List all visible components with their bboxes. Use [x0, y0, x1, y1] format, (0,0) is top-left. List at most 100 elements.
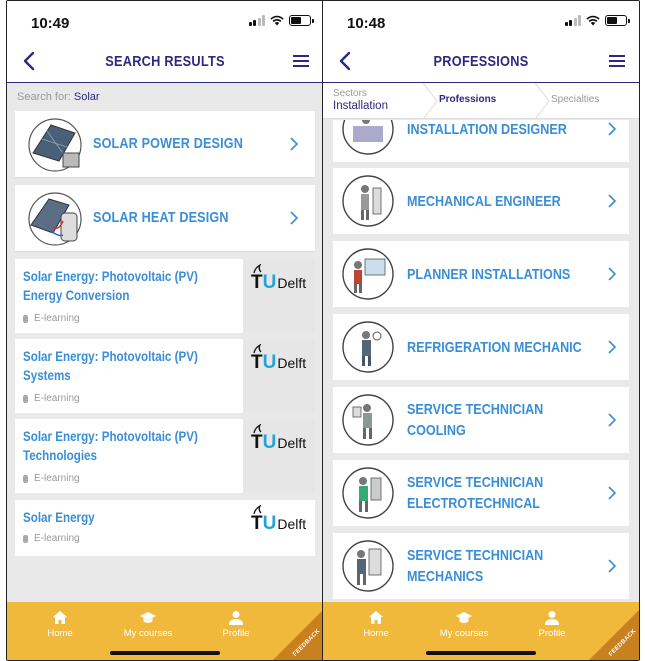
tab-home[interactable]: Home — [341, 610, 411, 639]
graduation-cap-icon — [456, 612, 472, 623]
tab-my-courses[interactable]: My courses — [113, 610, 183, 639]
home-icon — [369, 611, 383, 624]
breadcrumb-specialties[interactable]: Specialties — [551, 94, 599, 105]
provider-logo: T U Delft — [243, 419, 315, 493]
course-item[interactable]: Solar Energy: Photovoltaic (PV) Systems … — [15, 339, 315, 413]
provider-name: Delft — [277, 516, 307, 532]
breadcrumb-sectors[interactable]: Sectors Installation — [333, 88, 388, 112]
service-technician-mechanics-avatar — [342, 540, 394, 592]
status-time: 10:49 — [31, 15, 70, 32]
result-card-solar-power-design[interactable]: SOLAR POWER DESIGN — [15, 111, 315, 177]
profession-title: SERVICE TECHNICIAN MECHANICS — [407, 547, 544, 585]
tab-my-courses[interactable]: My courses — [429, 610, 499, 639]
card-title: SOLAR POWER DESIGN — [93, 135, 244, 152]
home-indicator — [426, 651, 536, 655]
tudelft-flame-icon — [253, 264, 262, 274]
tab-profile[interactable]: Profile — [517, 610, 587, 639]
system-icons — [248, 15, 314, 26]
search-prefix: Search for: — [17, 91, 71, 103]
chevron-right-icon — [608, 340, 617, 354]
course-item[interactable]: Solar Energy: Photovoltaic (PV) Technolo… — [15, 419, 315, 493]
provider-name: Delft — [277, 355, 307, 371]
e-learning-icon — [23, 394, 28, 403]
installation-designer-avatar — [342, 120, 394, 155]
tab-bar: Home My courses Profile FEEDBACK — [323, 602, 639, 660]
search-term: Solar — [73, 91, 100, 103]
breadcrumb-separator — [535, 83, 550, 119]
course-title: Solar Energy: Photovoltaic (PV) Technolo… — [23, 429, 198, 463]
profession-item[interactable]: SERVICE TECHNICIAN COOLING — [333, 387, 629, 453]
wifi-icon — [586, 15, 600, 26]
tudelft-flame-icon — [253, 344, 262, 354]
feedback-button[interactable]: FEEDBACK — [273, 610, 323, 660]
e-learning-icon — [23, 314, 28, 323]
chevron-right-icon — [290, 211, 299, 225]
status-bar: 10:48 — [323, 1, 639, 41]
mechanical-engineer-avatar — [342, 175, 394, 227]
tab-bar: Home My courses Profile FEEDBACK — [7, 602, 323, 660]
status-bar: 10:49 — [7, 1, 323, 41]
feedback-button[interactable]: FEEDBACK — [589, 610, 639, 660]
tudelft-flame-icon — [253, 505, 262, 515]
page-title: SEARCH RESULTS — [105, 53, 225, 70]
professions-list: INSTALLATION DESIGNER MECHANICAL ENGINEE… — [323, 120, 639, 602]
profession-title: REFRIGERATION MECHANIC — [407, 338, 582, 356]
status-time: 10:48 — [347, 15, 386, 32]
hamburger-menu-icon[interactable] — [609, 55, 625, 67]
course-title: Solar Energy: Photovoltaic (PV) Systems — [23, 349, 198, 383]
breadcrumb-sectors-label: Sectors — [333, 88, 367, 99]
course-item[interactable]: Solar Energy E-learning T U Delft — [15, 500, 315, 556]
home-indicator — [110, 651, 220, 655]
profession-title: SERVICE TECHNICIAN COOLING — [407, 401, 544, 439]
provider-name: Delft — [277, 435, 307, 451]
tab-label: Profile — [538, 628, 566, 639]
provider-logo: T U Delft — [243, 259, 315, 333]
course-type: E-learning — [34, 473, 80, 484]
profession-title: MECHANICAL ENGINEER — [407, 192, 561, 210]
profession-item[interactable]: SERVICE TECHNICIAN ELECTROTECHNICAL — [333, 460, 629, 526]
phone-search-results: 10:49 SEARCH RESULTS Search for: Solar S… — [6, 0, 324, 661]
profession-item[interactable]: REFRIGERATION MECHANIC — [333, 314, 629, 380]
course-title: Solar Energy: Photovoltaic (PV) Energy C… — [23, 269, 198, 303]
profession-title: SERVICE TECHNICIAN ELECTROTECHNICAL — [407, 474, 544, 512]
breadcrumb-sectors-value: Installation — [333, 100, 388, 112]
graduation-cap-icon — [140, 612, 156, 623]
provider-logo: T U Delft — [243, 500, 315, 556]
tab-label: Home — [47, 628, 73, 639]
breadcrumb-professions[interactable]: Professions — [439, 94, 496, 105]
planner-installations-avatar — [342, 248, 394, 300]
breadcrumb: Sectors Installation Professions Special… — [323, 83, 639, 119]
course-title: Solar Energy — [23, 510, 95, 525]
solar-boiler-icon — [28, 192, 82, 246]
tab-home[interactable]: Home — [25, 610, 95, 639]
profession-item[interactable]: PLANNER INSTALLATIONS — [333, 241, 629, 307]
hamburger-menu-icon[interactable] — [293, 55, 309, 67]
chevron-right-icon — [608, 486, 617, 500]
chevron-right-icon — [608, 194, 617, 208]
breadcrumb-separator — [423, 83, 438, 119]
result-card-solar-heat-design[interactable]: SOLAR HEAT DESIGN — [15, 185, 315, 251]
service-technician-cooling-avatar — [342, 394, 394, 446]
e-learning-icon — [23, 534, 28, 543]
chevron-right-icon — [608, 122, 617, 136]
battery-icon — [605, 15, 630, 26]
chevron-right-icon — [290, 137, 299, 151]
profession-item[interactable]: SERVICE TECHNICIAN MECHANICS — [333, 533, 629, 599]
signal-icon — [564, 15, 581, 26]
course-type: E-learning — [34, 393, 80, 404]
profession-item[interactable]: MECHANICAL ENGINEER — [333, 168, 629, 234]
course-item[interactable]: Solar Energy: Photovoltaic (PV) Energy C… — [15, 259, 315, 333]
profession-title: PLANNER INSTALLATIONS — [407, 265, 571, 283]
chevron-right-icon — [608, 559, 617, 573]
tab-label: Home — [363, 628, 389, 639]
profession-title: INSTALLATION DESIGNER — [407, 120, 567, 138]
nav-bar: SEARCH RESULTS — [7, 41, 323, 83]
wifi-icon — [270, 15, 284, 26]
tab-label: Profile — [222, 628, 250, 639]
profession-item[interactable]: INSTALLATION DESIGNER — [333, 120, 629, 162]
chevron-right-icon — [608, 413, 617, 427]
nav-bar: PROFESSIONS — [323, 41, 639, 83]
search-summary: Search for: Solar — [7, 83, 323, 109]
tab-profile[interactable]: Profile — [201, 610, 271, 639]
tudelft-flame-icon — [253, 424, 262, 434]
